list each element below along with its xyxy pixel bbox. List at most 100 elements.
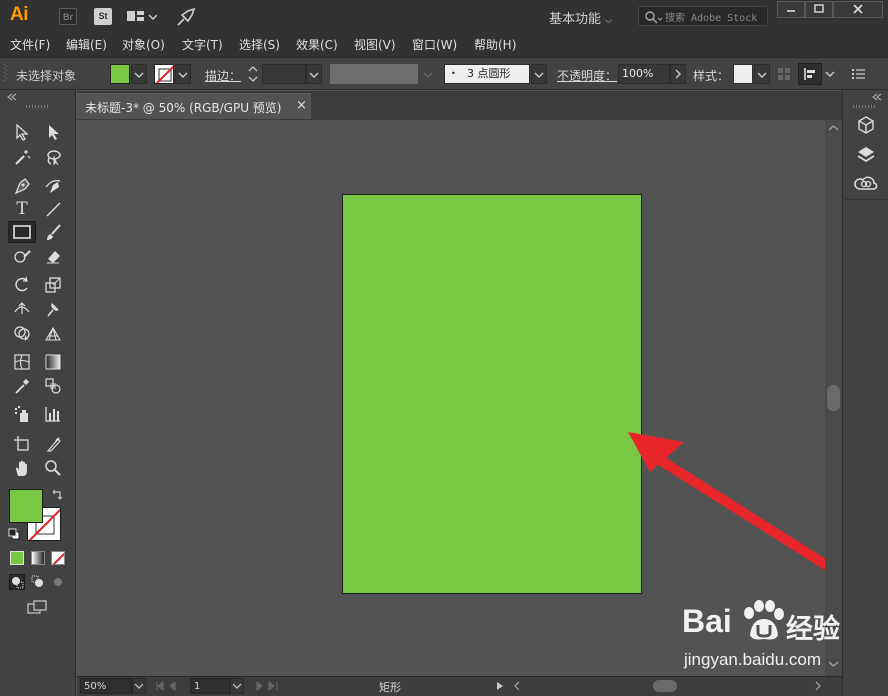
stroke-weight-input[interactable] xyxy=(262,64,306,84)
scroll-right-icon[interactable] xyxy=(813,681,823,691)
perspective-grid-tool[interactable] xyxy=(41,322,65,344)
curvature-tool[interactable] xyxy=(41,175,65,197)
menu-type[interactable]: 文字(T) xyxy=(182,36,223,53)
stroke-dropdown[interactable] xyxy=(175,64,191,84)
workspace-switcher[interactable]: 基本功能 ⌵ xyxy=(549,8,612,27)
status-menu-arrow-icon[interactable] xyxy=(495,681,505,691)
fill-dropdown[interactable] xyxy=(131,64,147,84)
eraser-tool[interactable] xyxy=(41,245,65,267)
variable-width-profile[interactable] xyxy=(330,64,418,84)
document-tab[interactable]: 未标题-3* @ 50% (RGB/GPU 预览) × xyxy=(77,93,311,119)
screen-mode-icon[interactable] xyxy=(26,599,50,617)
arrange-documents-button[interactable] xyxy=(127,9,158,25)
none-mode-button[interactable] xyxy=(51,551,65,565)
magic-wand-tool[interactable] xyxy=(10,146,34,168)
symbol-sprayer-tool[interactable] xyxy=(10,403,34,425)
horizontal-scroll-thumb[interactable] xyxy=(653,680,677,692)
menu-file[interactable]: 文件(F) xyxy=(10,36,50,53)
panel-menu-icon[interactable] xyxy=(852,68,866,80)
paintbrush-tool[interactable] xyxy=(41,221,65,243)
stock-search-input[interactable]: 搜索 Adobe Stock xyxy=(638,6,768,26)
color-mode-button[interactable] xyxy=(10,551,24,565)
menu-help[interactable]: 帮助(H) xyxy=(474,36,516,53)
brush-dropdown[interactable] xyxy=(531,64,547,84)
draw-behind-icon[interactable] xyxy=(31,575,45,589)
stroke-weight-stepper[interactable] xyxy=(245,64,261,84)
width-tool[interactable] xyxy=(10,298,34,320)
maximize-button[interactable] xyxy=(805,1,833,18)
style-dropdown[interactable] xyxy=(754,64,770,84)
bridge-button[interactable]: Br xyxy=(59,8,77,25)
close-window-button[interactable] xyxy=(833,1,883,18)
zoom-dropdown[interactable] xyxy=(132,678,146,694)
fill-swatch[interactable] xyxy=(110,64,130,84)
stock-button[interactable]: St xyxy=(94,8,112,25)
stroke-label[interactable]: 描边： xyxy=(205,67,241,84)
scroll-left-icon[interactable] xyxy=(512,681,522,691)
shape-builder-tool[interactable] xyxy=(10,322,34,344)
brush-definition[interactable]: • 3 点圆形 xyxy=(444,64,530,84)
rectangle-tool[interactable] xyxy=(8,221,36,243)
vertical-scroll-thumb[interactable] xyxy=(827,385,840,411)
cc-libraries-icon[interactable] xyxy=(854,174,878,192)
pen-tool[interactable] xyxy=(10,175,34,197)
artboard-tool[interactable] xyxy=(10,433,34,455)
eyedropper-tool[interactable] xyxy=(10,375,34,397)
graphic-style-swatch[interactable] xyxy=(733,64,753,84)
expand-panels-icon[interactable] xyxy=(871,93,883,101)
line-segment-tool[interactable] xyxy=(41,198,65,220)
chevron-down-icon xyxy=(232,683,242,689)
close-tab-button[interactable]: × xyxy=(296,98,307,113)
magic-wand-icon xyxy=(15,150,31,165)
menu-window[interactable]: 窗口(W) xyxy=(412,36,457,53)
next-last-artboard-icon[interactable] xyxy=(253,681,289,691)
slice-tool[interactable] xyxy=(41,433,65,455)
menu-object[interactable]: 对象(O) xyxy=(122,36,165,53)
shaper-tool[interactable] xyxy=(10,245,34,267)
first-prev-artboard-icon[interactable] xyxy=(155,681,191,691)
gradient-tool[interactable] xyxy=(41,351,65,373)
draw-normal-button[interactable] xyxy=(9,574,25,590)
chevron-down-icon[interactable] xyxy=(824,68,836,80)
opacity-label[interactable]: 不透明度： xyxy=(557,67,617,84)
vertical-scrollbar[interactable] xyxy=(825,120,842,676)
mesh-tool[interactable] xyxy=(10,351,34,373)
type-tool[interactable]: T xyxy=(10,198,34,220)
scale-tool[interactable] xyxy=(41,274,65,296)
swap-fill-stroke-icon[interactable] xyxy=(51,489,63,501)
fill-color-box[interactable] xyxy=(9,489,43,523)
collapse-panel-icon[interactable] xyxy=(6,93,18,101)
menu-effect[interactable]: 效果(C) xyxy=(296,36,338,53)
zoom-level-input[interactable]: 50% xyxy=(80,678,132,694)
opacity-expand[interactable] xyxy=(670,64,686,84)
menu-edit[interactable]: 编辑(E) xyxy=(66,36,107,53)
rotate-tool[interactable] xyxy=(10,274,34,296)
gradient-mode-button[interactable] xyxy=(31,551,45,565)
gpu-performance-button[interactable] xyxy=(176,7,196,27)
artboard-dropdown[interactable] xyxy=(230,678,244,694)
draw-inside-icon[interactable] xyxy=(51,575,65,589)
puppet-warp-tool[interactable] xyxy=(41,298,65,320)
selection-tool[interactable] xyxy=(10,121,34,143)
column-graph-tool[interactable] xyxy=(41,403,65,425)
stroke-weight-dropdown[interactable] xyxy=(306,64,322,84)
lasso-tool[interactable] xyxy=(41,146,65,168)
blend-tool[interactable] xyxy=(41,375,65,397)
scroll-up-icon[interactable] xyxy=(828,124,839,132)
green-rectangle[interactable] xyxy=(342,194,642,594)
direct-selection-tool[interactable] xyxy=(41,121,65,143)
zoom-tool[interactable] xyxy=(41,457,65,479)
align-button[interactable] xyxy=(798,63,822,85)
stroke-swatch[interactable] xyxy=(154,64,174,84)
watermark-brand: Bai xyxy=(682,603,732,639)
default-colors-icon[interactable] xyxy=(8,528,20,540)
layers-icon[interactable] xyxy=(856,145,876,165)
opacity-input[interactable]: 100% xyxy=(618,64,670,84)
minimize-button[interactable] xyxy=(777,1,805,18)
recolor-button[interactable] xyxy=(777,67,791,81)
menu-view[interactable]: 视图(V) xyxy=(354,36,396,53)
properties-cube-icon[interactable] xyxy=(856,115,876,135)
menu-select[interactable]: 选择(S) xyxy=(239,36,280,53)
hand-tool[interactable] xyxy=(10,457,34,479)
artboard-number-input[interactable]: 1 xyxy=(190,678,230,694)
